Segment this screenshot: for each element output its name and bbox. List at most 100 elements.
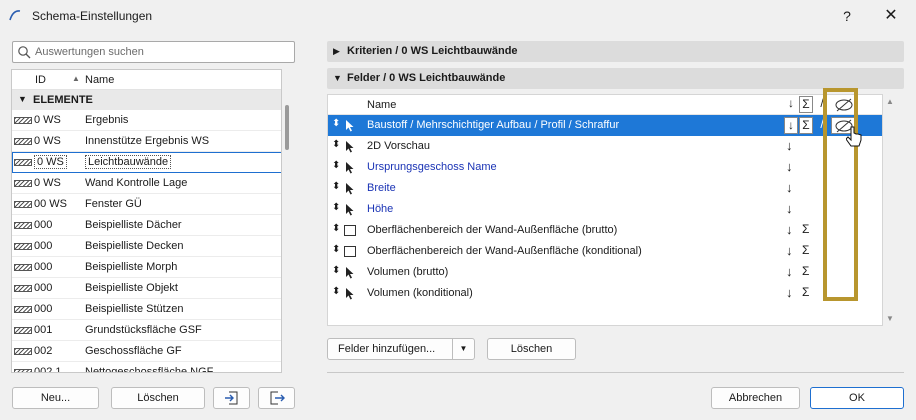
list-item[interactable]: 000 Beispielliste Dächer bbox=[12, 215, 281, 236]
search-input[interactable] bbox=[35, 44, 290, 60]
ok-button[interactable]: OK bbox=[810, 387, 904, 409]
delete-schedule-button[interactable]: Löschen bbox=[111, 387, 205, 409]
fields-table: Name ↓ Σ / ⬍ Baustoff / Mehrschichtiger A… bbox=[327, 94, 883, 326]
new-button[interactable]: Neu... bbox=[12, 387, 99, 409]
sum-icon[interactable]: Σ bbox=[802, 243, 809, 257]
list-item-name: Beispielliste Decken bbox=[85, 240, 184, 252]
import-button[interactable] bbox=[213, 387, 250, 409]
sum-icon[interactable]: Σ bbox=[802, 264, 809, 278]
list-item-id: 000 bbox=[34, 282, 53, 294]
list-item[interactable]: 000 Beispielliste Morph bbox=[12, 257, 281, 278]
list-item-id: 0 WS bbox=[34, 155, 67, 169]
list-item[interactable]: 000 Beispielliste Stützen bbox=[12, 299, 281, 320]
pointer-arrow-icon bbox=[346, 120, 354, 132]
sum-toggle-icon[interactable]: Σ bbox=[799, 117, 813, 134]
drag-handle-icon[interactable]: ⬍ bbox=[332, 265, 340, 276]
field-name: Höhe bbox=[367, 203, 394, 215]
sum-icon[interactable]: Σ bbox=[802, 285, 809, 299]
drag-handle-icon[interactable]: ⬍ bbox=[332, 181, 340, 192]
delete-field-button[interactable]: Löschen bbox=[487, 338, 576, 360]
field-row[interactable]: ⬍ Baustoff / Mehrschichtiger Aufbau / Pro… bbox=[328, 115, 882, 136]
scroll-down-arrow-icon[interactable]: ▼ bbox=[886, 314, 894, 323]
pointer-arrow-icon bbox=[346, 288, 354, 300]
drag-handle-icon[interactable]: ⬍ bbox=[332, 244, 340, 255]
add-fields-button[interactable]: Felder hinzufügen... ▼ bbox=[327, 338, 475, 360]
list-item-name: Wand Kontrolle Lage bbox=[85, 177, 188, 189]
hatch-icon bbox=[14, 285, 32, 292]
list-item-id: 000 bbox=[34, 219, 53, 231]
drag-handle-icon[interactable]: ⬍ bbox=[332, 202, 340, 213]
group-elemente[interactable]: ▼ ELEMENTE bbox=[12, 90, 281, 110]
collapse-triangle-icon[interactable]: ▼ bbox=[18, 94, 27, 104]
sort-icon[interactable]: ↓ bbox=[786, 159, 793, 174]
expand-triangle-icon: ▶ bbox=[333, 46, 340, 56]
field-name: Volumen (konditional) bbox=[367, 287, 473, 299]
sort-icon[interactable]: ↓ bbox=[786, 264, 793, 279]
drag-handle-icon[interactable]: ⬍ bbox=[332, 118, 340, 129]
list-item[interactable]: 0 WS Innenstütze Ergebnis WS bbox=[12, 131, 281, 152]
list-scrollbar[interactable] bbox=[285, 105, 289, 150]
sort-icon[interactable]: ↓ bbox=[786, 222, 793, 237]
field-row[interactable]: ⬍ Oberflächenbereich der Wand-Außenfläche… bbox=[328, 220, 882, 241]
field-row[interactable]: ⬍ Oberflächenbereich der Wand-Außenfläche… bbox=[328, 241, 882, 262]
dropdown-arrow-icon[interactable]: ▼ bbox=[452, 339, 474, 359]
field-row[interactable]: ⬍ Volumen (konditional) ↓ Σ bbox=[328, 283, 882, 304]
field-row[interactable]: ⬍ 2D Vorschau ↓ bbox=[328, 136, 882, 157]
pointer-arrow-icon bbox=[346, 267, 354, 279]
hatch-icon bbox=[14, 159, 32, 166]
drag-handle-icon[interactable]: ⬍ bbox=[332, 139, 340, 150]
list-item-id: 000 bbox=[34, 303, 53, 315]
hatch-icon bbox=[14, 348, 32, 355]
sort-icon[interactable]: ↓ bbox=[786, 243, 793, 258]
list-item[interactable]: 00 WS Fenster GÜ bbox=[12, 194, 281, 215]
field-row[interactable]: ⬍ Ursprungsgeschoss Name ↓ bbox=[328, 157, 882, 178]
hatch-icon bbox=[14, 306, 32, 313]
footer-divider bbox=[327, 372, 904, 373]
export-button[interactable] bbox=[258, 387, 295, 409]
scroll-up-arrow-icon[interactable]: ▲ bbox=[886, 97, 894, 106]
list-item[interactable]: 001 Grundstücksfläche GSF bbox=[12, 320, 281, 341]
close-button[interactable]: ✕ bbox=[874, 4, 908, 28]
sort-icon[interactable]: ↓ bbox=[786, 285, 793, 300]
list-item[interactable]: 000 Beispielliste Objekt bbox=[12, 278, 281, 299]
drag-handle-icon[interactable]: ⬍ bbox=[332, 286, 340, 297]
list-item-id: 00 WS bbox=[34, 198, 68, 210]
cancel-button[interactable]: Abbrechen bbox=[711, 387, 800, 409]
field-row[interactable]: ⬍ Volumen (brutto) ↓ Σ bbox=[328, 262, 882, 283]
sort-icon[interactable]: ↓ bbox=[786, 180, 793, 195]
list-item[interactable]: 0 WS Wand Kontrolle Lage bbox=[12, 173, 281, 194]
list-item-id: 002.1 bbox=[34, 366, 62, 373]
drag-handle-icon[interactable]: ⬍ bbox=[332, 223, 340, 234]
list-item[interactable]: 0 WS Leichtbauwände bbox=[12, 152, 281, 173]
field-name: Oberflächenbereich der Wand-Außenfläche … bbox=[367, 245, 642, 257]
list-item-name: Nettogeschossfläche NGF bbox=[85, 366, 214, 373]
list-item[interactable]: 000 Beispielliste Decken bbox=[12, 236, 281, 257]
list-item-id: 0 WS bbox=[34, 177, 61, 189]
criteria-section[interactable]: ▶ Kriterien / 0 WS Leichtbauwände bbox=[327, 41, 904, 62]
drag-handle-icon[interactable]: ⬍ bbox=[332, 160, 340, 171]
list-item[interactable]: 002 Geschossfläche GF bbox=[12, 341, 281, 362]
sort-header-icon: ↓ bbox=[788, 96, 794, 110]
list-item-name: Grundstücksfläche GSF bbox=[85, 324, 202, 336]
list-item[interactable]: 0 WS Ergebnis bbox=[12, 110, 281, 131]
sort-icon[interactable]: ↓ bbox=[786, 201, 793, 216]
criteria-section-label: Kriterien / 0 WS Leichtbauwände bbox=[347, 45, 518, 57]
fields-section[interactable]: ▼ Felder / 0 WS Leichtbauwände bbox=[327, 68, 904, 89]
list-item-id: 000 bbox=[34, 261, 53, 273]
column-name-header[interactable]: Name bbox=[85, 74, 114, 86]
field-row[interactable]: ⬍ Breite ↓ bbox=[328, 178, 882, 199]
column-id-header[interactable]: ID bbox=[35, 74, 46, 86]
list-header: ID ▲ Name bbox=[12, 70, 281, 90]
list-item-name: Fenster GÜ bbox=[85, 198, 142, 210]
sum-icon[interactable]: Σ bbox=[802, 222, 809, 236]
field-row[interactable]: ⬍ Höhe ↓ bbox=[328, 199, 882, 220]
help-button[interactable]: ? bbox=[832, 4, 862, 28]
list-item[interactable]: 002.1 Nettogeschossfläche NGF bbox=[12, 362, 281, 373]
sort-icon[interactable]: ↓ bbox=[786, 138, 793, 153]
hatch-icon bbox=[14, 117, 32, 124]
hatch-icon bbox=[14, 243, 32, 250]
sort-toggle-icon[interactable]: ↓ bbox=[784, 117, 798, 134]
list-item-name: Leichtbauwände bbox=[85, 155, 172, 169]
search-box[interactable] bbox=[12, 41, 295, 63]
hatch-icon bbox=[14, 201, 32, 208]
